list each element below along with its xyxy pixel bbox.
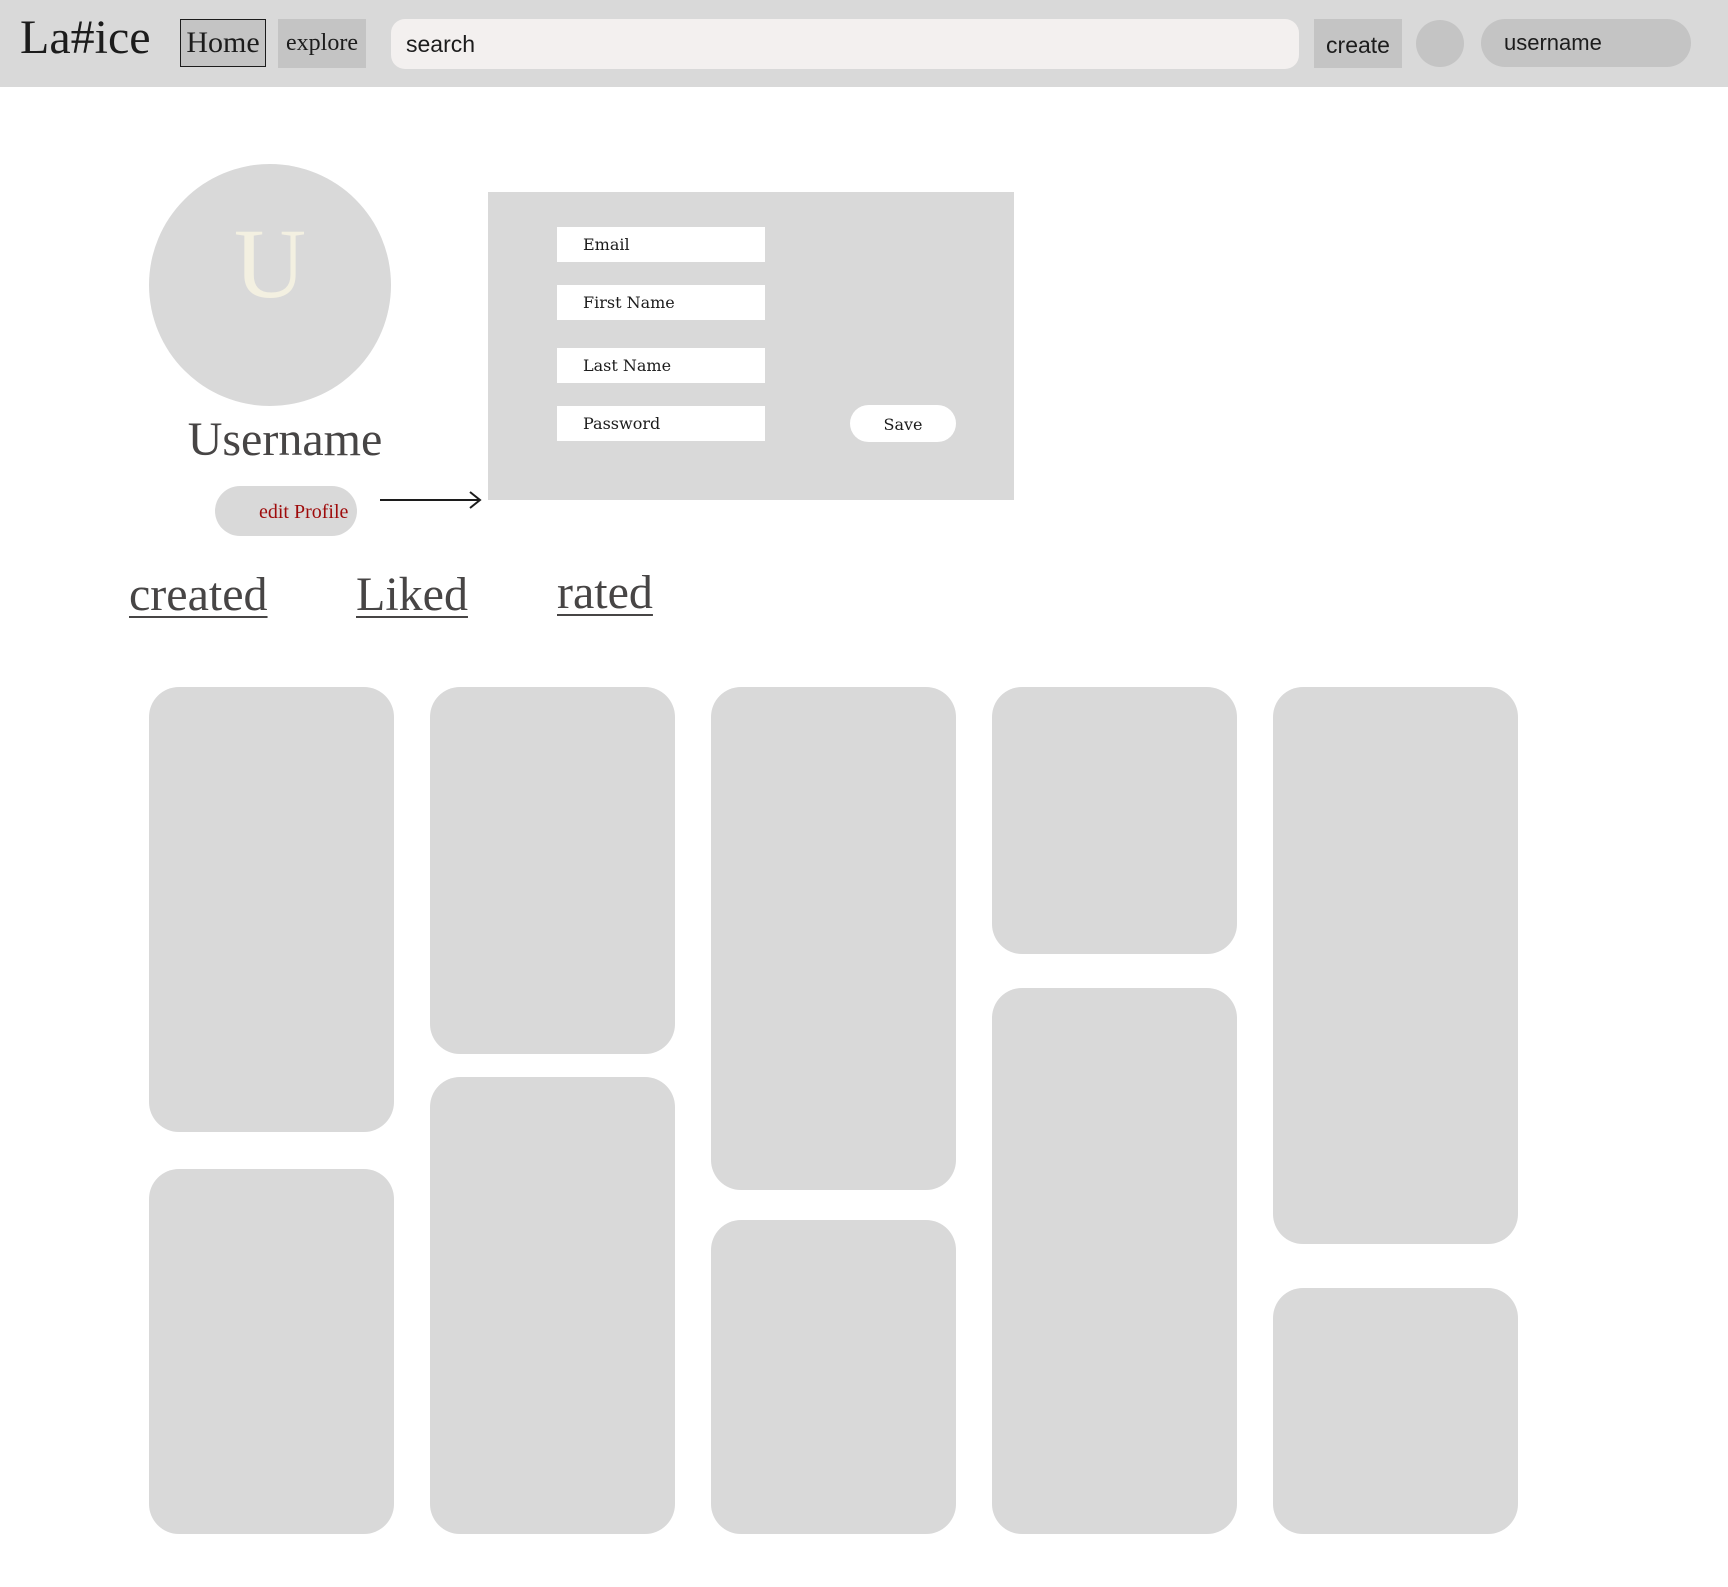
- content-card[interactable]: [992, 988, 1237, 1534]
- top-navigation-bar: La#ice Home explore create username: [0, 0, 1728, 87]
- edit-profile-button[interactable]: edit Profile: [215, 486, 357, 536]
- nav-explore-button[interactable]: explore: [278, 19, 366, 68]
- content-card[interactable]: [992, 687, 1237, 954]
- content-card[interactable]: [149, 1169, 394, 1534]
- content-card[interactable]: [430, 687, 675, 1054]
- profile-avatar: U: [149, 164, 391, 406]
- save-button[interactable]: Save: [850, 405, 956, 442]
- last-name-field[interactable]: Last Name: [557, 348, 765, 383]
- tab-liked[interactable]: Liked: [356, 567, 468, 623]
- avatar-initial: U: [233, 208, 307, 319]
- content-card[interactable]: [149, 687, 394, 1132]
- content-card[interactable]: [1273, 1288, 1518, 1534]
- app-logo[interactable]: La#ice: [20, 8, 151, 68]
- tab-created[interactable]: created: [129, 567, 268, 623]
- nav-home-button[interactable]: Home: [180, 19, 266, 67]
- password-field[interactable]: Password: [557, 406, 765, 441]
- arrow-right-icon: [380, 491, 482, 509]
- content-card[interactable]: [430, 1077, 675, 1534]
- content-card[interactable]: [711, 1220, 956, 1534]
- tab-rated[interactable]: rated: [557, 565, 653, 621]
- content-card[interactable]: [1273, 687, 1518, 1244]
- content-card[interactable]: [711, 687, 956, 1190]
- profile-username: Username: [187, 413, 383, 466]
- user-avatar[interactable]: [1416, 20, 1464, 67]
- user-menu-button[interactable]: username: [1481, 19, 1691, 67]
- first-name-field[interactable]: First Name: [557, 285, 765, 320]
- edit-profile-panel: Email First Name Last Name Password Save: [488, 192, 1014, 500]
- search-input[interactable]: [391, 19, 1299, 69]
- create-button[interactable]: create: [1314, 19, 1402, 68]
- email-field[interactable]: Email: [557, 227, 765, 262]
